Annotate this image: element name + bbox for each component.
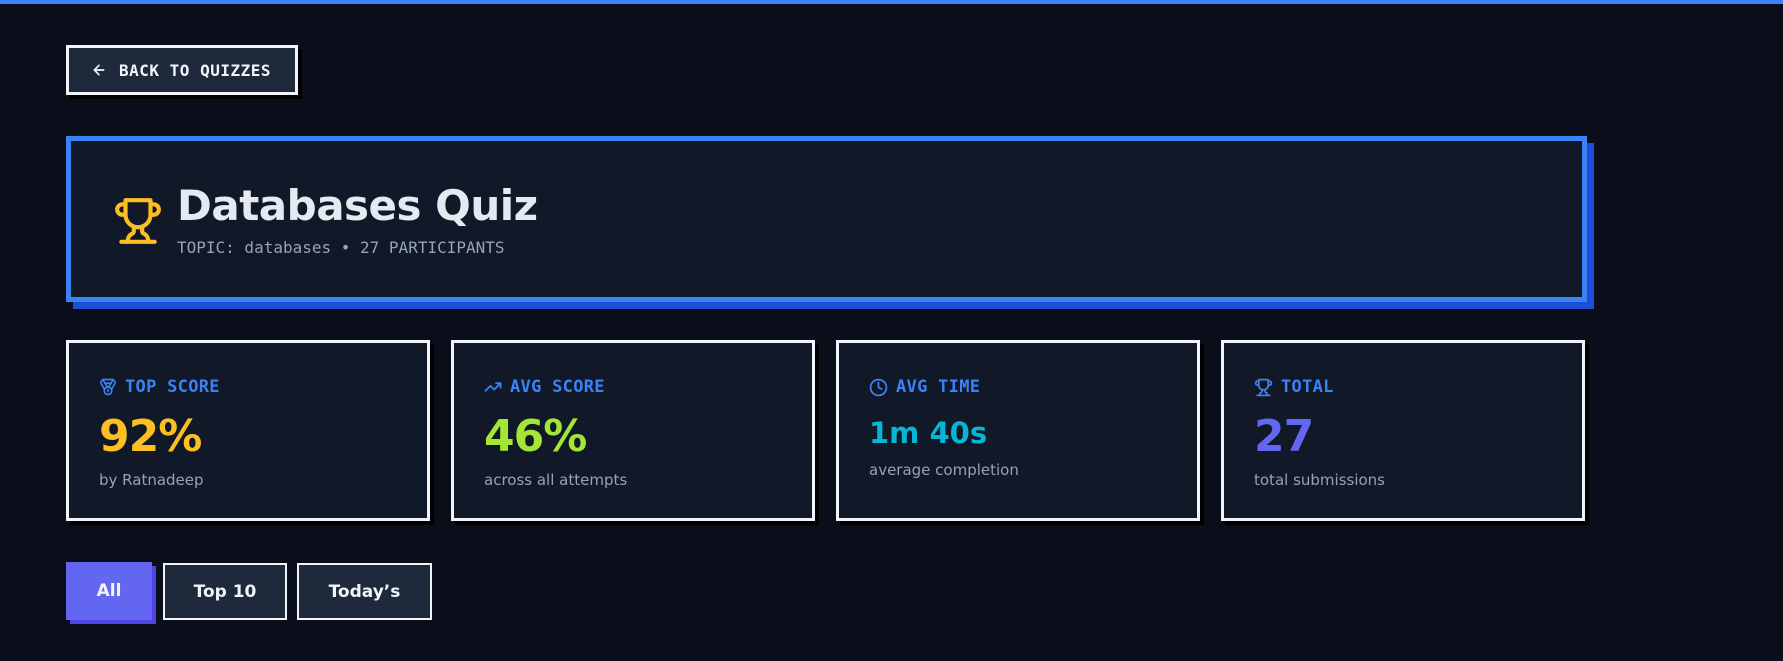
stat-label: TOTAL	[1281, 377, 1334, 397]
stat-value: 27	[1254, 411, 1314, 462]
quiz-subtitle: TOPIC: databases • 27 PARTICIPANTS	[177, 238, 505, 257]
trophy-icon	[115, 198, 161, 244]
back-button-label: BACK TO QUIZZES	[119, 60, 271, 80]
stat-description: total submissions	[1254, 471, 1385, 489]
stat-label: AVG SCORE	[510, 377, 605, 397]
quiz-header-card: Databases Quiz TOPIC: databases • 27 PAR…	[66, 136, 1587, 302]
stat-card-total: TOTAL 27 total submissions	[1221, 340, 1585, 521]
stat-card-avg-score: AVG SCORE 46% across all attempts	[451, 340, 815, 521]
trending-up-icon	[484, 382, 502, 392]
medal-icon	[99, 378, 117, 396]
stat-card-top-score: TOP SCORE 92% by Ratnadeep	[66, 340, 430, 521]
top-accent-bar	[0, 0, 1783, 4]
arrow-left-icon	[93, 64, 105, 76]
filter-tab-top-10[interactable]: Top 10	[163, 563, 287, 620]
stat-label: TOP SCORE	[125, 377, 220, 397]
back-to-quizzes-button[interactable]: BACK TO QUIZZES	[66, 45, 298, 95]
stat-label: AVG TIME	[896, 377, 981, 397]
clock-icon	[869, 378, 888, 396]
stat-value: 46%	[484, 411, 587, 462]
stat-value: 1m 40s	[869, 416, 988, 450]
stat-value: 92%	[99, 411, 202, 462]
stat-description: by Ratnadeep	[99, 471, 204, 489]
page-title: Databases Quiz	[177, 181, 538, 230]
trophy-icon	[1254, 378, 1273, 396]
filter-tab-all[interactable]: All	[66, 562, 152, 620]
stat-card-avg-time: AVG TIME 1m 40s average completion	[836, 340, 1200, 521]
stat-description: across all attempts	[484, 471, 628, 489]
stat-description: average completion	[869, 461, 1019, 479]
filter-tab-todays[interactable]: Today’s	[297, 563, 432, 620]
